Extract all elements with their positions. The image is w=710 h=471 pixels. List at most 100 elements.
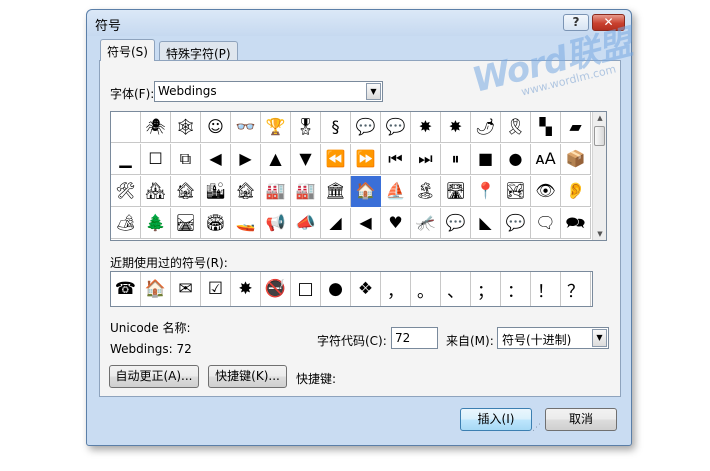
scroll-down-icon[interactable]: ▼ [593, 228, 607, 240]
symbol-cell[interactable]: ⏭ [411, 144, 441, 175]
autocorrect-button[interactable]: 自动更正(A)... [109, 365, 199, 388]
recent-symbol-cell[interactable]: 🚭 [261, 272, 291, 306]
chevron-down-icon[interactable]: ▼ [592, 329, 607, 347]
scroll-up-icon[interactable]: ▲ [593, 112, 607, 124]
symbol-cell[interactable]: 🗨 [531, 208, 561, 239]
symbol-cell[interactable]: ◣ [471, 208, 501, 239]
symbol-cell[interactable]: ⏪ [321, 144, 351, 175]
recent-symbol-cell[interactable]: □ [291, 272, 321, 306]
symbol-cell[interactable]: ⛵ [381, 176, 411, 207]
recent-symbols[interactable]: ☎ 🏠 ✉ ☑ ✸ 🚭 □ ● ❖，。、；：！？ [110, 271, 593, 307]
symbol-cell[interactable]: 🌶 [471, 112, 501, 143]
symbol-cell[interactable]: 🛠 [111, 176, 141, 207]
symbol-cell[interactable]: 💬 [441, 208, 471, 239]
symbol-cell[interactable]: ◀ [351, 208, 381, 239]
symbol-cell[interactable]: 🛣 [441, 176, 471, 207]
symbol-cell[interactable]: 🏙 [201, 176, 231, 207]
tab-special-characters[interactable]: 特殊字符(P) [159, 41, 238, 61]
symbol-cell[interactable]: 🏚 [231, 176, 261, 207]
symbol-cell[interactable]: 👁 [531, 176, 561, 207]
symbol-cell[interactable]: ● [501, 144, 531, 175]
symbol-cell[interactable]: ⏮ [381, 144, 411, 175]
recent-symbol-cell[interactable]: ❖ [351, 272, 381, 306]
cancel-button[interactable]: 取消 [545, 408, 617, 431]
recent-symbol-cell[interactable]: 、 [441, 272, 471, 306]
recent-symbol-cell[interactable]: ！ [531, 272, 561, 306]
recent-symbol-cell[interactable]: 。 [411, 272, 441, 306]
symbol-cell[interactable]: 🏠 [351, 176, 381, 207]
recent-symbol-cell[interactable]: ； [471, 272, 501, 306]
symbol-cell[interactable]: 🕷 [141, 112, 171, 143]
insert-button[interactable]: 插入(I) [460, 408, 532, 431]
symbol-cell[interactable]: 🏝 [411, 176, 441, 207]
symbol-cell[interactable]: 🏛 [321, 176, 351, 207]
symbol-cell[interactable]: 🏚 [171, 176, 201, 207]
symbol-cell[interactable]: 🛤 [171, 208, 201, 239]
symbol-cell[interactable]: ◢ [321, 208, 351, 239]
symbol-cell[interactable]: 💬 [501, 208, 531, 239]
tab-symbols[interactable]: 符号(S) [100, 39, 155, 61]
symbol-cell[interactable]: § [321, 112, 351, 143]
symbol-cell[interactable]: 🏭 [261, 176, 291, 207]
symbol-cell[interactable]: ▚ [531, 112, 561, 143]
symbol-cell[interactable]: ◀ [201, 144, 231, 175]
recent-symbol-cell[interactable]: ☑ [201, 272, 231, 306]
symbol-cell[interactable]: 🏆 [261, 112, 291, 143]
symbol-cell[interactable]: 🎖 [291, 112, 321, 143]
font-select[interactable]: Webdings ▼ [154, 81, 383, 102]
symbol-cell[interactable]: 👂 [561, 176, 591, 207]
symbol-cell[interactable]: ■ [471, 144, 501, 175]
recent-symbol-cell[interactable]: ： [501, 272, 531, 306]
symbol-cell[interactable]: 🏞 [501, 176, 531, 207]
symbol-cell[interactable]: ▰ [561, 112, 591, 143]
recent-symbol-cell[interactable]: ✉ [171, 272, 201, 306]
symbol-cell[interactable]: 🌲 [141, 208, 171, 239]
character-name: Webdings: 72 [110, 342, 192, 356]
recent-symbol-cell[interactable]: ✸ [231, 272, 261, 306]
recent-symbol-cell[interactable]: ？ [561, 272, 591, 306]
symbol-cell[interactable]: 🏘 [141, 176, 171, 207]
symbol-cell[interactable]: ▶ [231, 144, 261, 175]
resize-grip-icon[interactable]: ⋰ [532, 423, 541, 433]
symbol-cell[interactable]: ▼ [291, 144, 321, 175]
shortcut-key-button[interactable]: 快捷键(K)... [208, 365, 287, 388]
recent-symbol-cell[interactable]: ☎ [111, 272, 141, 306]
symbol-cell[interactable]: ᴀA [531, 144, 561, 175]
scroll-thumb[interactable] [594, 126, 605, 146]
symbol-cell[interactable]: ✸ [441, 112, 471, 143]
symbol-cell[interactable]: ☐ [141, 144, 171, 175]
recent-symbol-cell[interactable]: ● [321, 272, 351, 306]
symbol-cell[interactable]: 📢 [261, 208, 291, 239]
symbol-cell[interactable]: 🏟 [201, 208, 231, 239]
symbol-cell[interactable]: ▁ [111, 144, 141, 175]
symbol-cell[interactable]: ⧉ [171, 144, 201, 175]
symbol-cell[interactable]: 📦 [561, 144, 591, 175]
symbol-cell[interactable]: 💬 [351, 112, 381, 143]
from-select[interactable]: 符号(十进制) ▼ [497, 327, 609, 349]
symbol-cell[interactable]: 🎗 [501, 112, 531, 143]
symbol-cell[interactable]: 📣 [291, 208, 321, 239]
recent-symbol-cell[interactable]: 🏠 [141, 272, 171, 306]
symbol-cell[interactable]: 🏭 [291, 176, 321, 207]
symbol-cell[interactable]: ▲ [261, 144, 291, 175]
window-title: 符号 [95, 19, 122, 34]
symbol-cell[interactable] [111, 112, 141, 143]
symbol-cell[interactable]: 🕸 [171, 112, 201, 143]
symbol-cell[interactable]: 📍 [471, 176, 501, 207]
symbol-cell[interactable]: 🏕 [111, 208, 141, 239]
charcode-input[interactable]: 72 [391, 327, 438, 349]
symbol-grid[interactable]: 🕷 🕸 ☺ 👓 🏆 🎖 § 💬 💬 ✸ ✸ 🌶 🎗 ▚ ▰ ▁ ☐ ⧉ ◀ ▶ ▲ ▼ ⏪ ⏩ ⏮ ⏭ ⏸ ■ ● ᴀA 📦 🛠 🏘 🏚 🏙 🏚 🏭 🏭 🏛… [110, 111, 607, 241]
symbol-cell[interactable]: ✸ [411, 112, 441, 143]
symbol-cell[interactable]: 🦟 [411, 208, 441, 239]
symbol-cell[interactable]: ⏸ [441, 144, 471, 175]
symbol-cell[interactable]: ♥ [381, 208, 411, 239]
symbol-cell[interactable]: 🚤 [231, 208, 261, 239]
symbol-cell[interactable]: ⏩ [351, 144, 381, 175]
symbol-cell[interactable]: 💬 [381, 112, 411, 143]
recent-symbol-cell[interactable]: ， [381, 272, 411, 306]
symbol-cell[interactable]: ☺ [201, 112, 231, 143]
symbol-cell[interactable]: 🗪 [561, 208, 591, 239]
grid-scrollbar[interactable]: ▲ ▼ [592, 112, 606, 240]
symbol-cell[interactable]: 👓 [231, 112, 261, 143]
chevron-down-icon[interactable]: ▼ [366, 83, 381, 100]
